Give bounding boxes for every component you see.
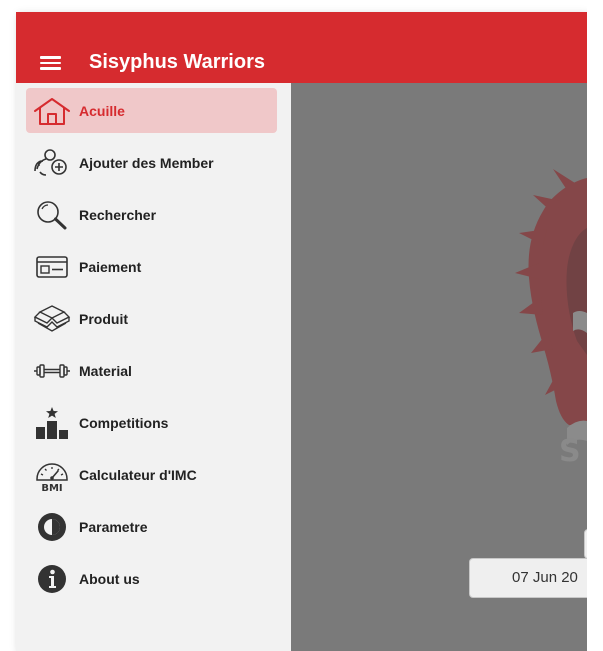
dumbbell-icon xyxy=(30,353,74,389)
sidebar-item-label: Rechercher xyxy=(79,206,157,223)
sidebar-item-label: Competitions xyxy=(79,414,169,431)
date-field[interactable]: 07 Jun 20 xyxy=(469,558,587,598)
app-header: Sisyphus Warriors xyxy=(16,12,587,83)
sidebar-item-paiement[interactable]: Paiement xyxy=(26,244,277,289)
card-icon xyxy=(30,249,74,285)
sidebar-item-material[interactable]: Material xyxy=(26,348,277,393)
sidebar-item-produit[interactable]: Produit xyxy=(26,296,277,341)
home-icon xyxy=(30,93,74,129)
main-content: S 07 Jun 20 xyxy=(291,83,587,651)
podium-icon xyxy=(30,405,74,441)
sidebar-item-label: Paiement xyxy=(79,258,142,275)
sidebar-item-calculateur-imc[interactable]: BMI Calculateur d'IMC xyxy=(26,452,277,497)
sidebar-item-accueil[interactable]: Acuille xyxy=(26,88,277,133)
add-member-icon xyxy=(30,145,74,181)
sidebar-item-label: About us xyxy=(79,570,140,587)
app-window: Sisyphus Warriors Acuille Ajouter des Me… xyxy=(16,12,587,651)
logo-text: S xyxy=(559,434,581,469)
sidebar-item-label: Acuille xyxy=(79,102,125,119)
app-title: Sisyphus Warriors xyxy=(89,51,265,73)
sidebar-item-label: Material xyxy=(79,362,132,379)
sidebar-item-competitions[interactable]: Competitions xyxy=(26,400,277,445)
boxes-icon xyxy=(30,301,74,337)
svg-text:BMI: BMI xyxy=(41,483,62,492)
search-icon xyxy=(30,197,74,233)
sidebar-item-label: Ajouter des Member xyxy=(79,154,214,171)
sidebar-item-about-us[interactable]: About us xyxy=(26,556,277,601)
sidebar-item-rechercher[interactable]: Rechercher xyxy=(26,192,277,237)
sidebar-nav: Acuille Ajouter des Member Rechercher Pa… xyxy=(16,83,291,651)
sidebar-item-ajouter-member[interactable]: Ajouter des Member xyxy=(26,140,277,185)
sidebar-item-label: Calculateur d'IMC xyxy=(79,466,197,483)
sidebar-item-label: Parametre xyxy=(79,518,148,535)
settings-icon xyxy=(30,509,74,545)
info-icon xyxy=(30,561,74,597)
bmi-gauge-icon: BMI xyxy=(30,457,74,493)
hamburger-menu-icon[interactable] xyxy=(40,56,61,70)
window-edge xyxy=(587,0,603,651)
sidebar-item-parametre[interactable]: Parametre xyxy=(26,504,277,549)
sidebar-item-label: Produit xyxy=(79,310,128,327)
